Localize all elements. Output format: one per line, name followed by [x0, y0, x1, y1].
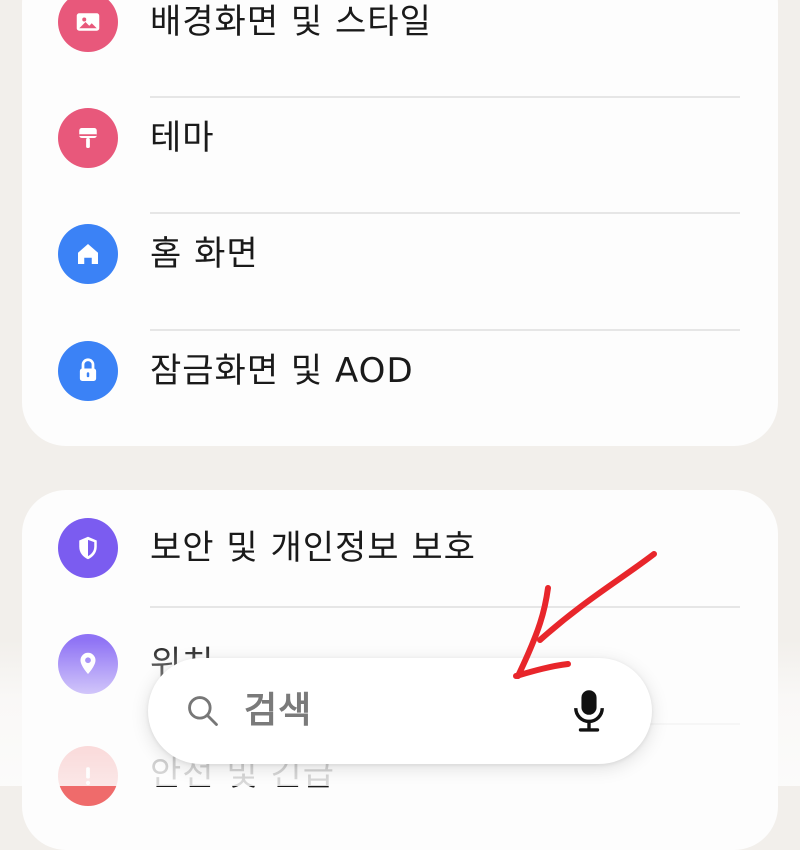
search-placeholder[interactable]: 검색 — [244, 688, 312, 734]
home-icon — [58, 224, 118, 284]
search-bar[interactable]: 검색 — [148, 658, 652, 764]
divider — [150, 212, 740, 214]
setting-label: 배경화면 및 스타일 — [150, 2, 432, 42]
setting-label: 잠금화면 및 AOD — [150, 351, 414, 391]
magnifier-icon — [188, 696, 218, 726]
emergency-icon — [58, 746, 118, 806]
lock-icon — [58, 341, 118, 401]
setting-label: 보안 및 개인정보 보호 — [150, 528, 476, 568]
wallpaper-image-icon — [58, 0, 118, 52]
divider — [150, 329, 740, 331]
microphone-icon[interactable] — [572, 688, 606, 734]
setting-item-wallpaper[interactable]: 배경화면 및 스타일 — [22, 0, 778, 116]
divider — [150, 96, 740, 98]
setting-label: 홈 화면 — [150, 234, 259, 274]
setting-item-security[interactable]: 보안 및 개인정보 보호 — [22, 490, 778, 606]
setting-item-lock-screen[interactable]: 잠금화면 및 AOD — [22, 341, 778, 446]
setting-item-theme[interactable]: 테마 — [22, 108, 778, 232]
paint-brush-icon — [58, 108, 118, 168]
setting-label: 테마 — [150, 118, 215, 158]
location-pin-icon — [58, 634, 118, 694]
settings-card-display: 배경화면 및 스타일 테마 홈 화면 잠금화면 및 AOD — [22, 0, 778, 446]
shield-icon — [58, 518, 118, 578]
